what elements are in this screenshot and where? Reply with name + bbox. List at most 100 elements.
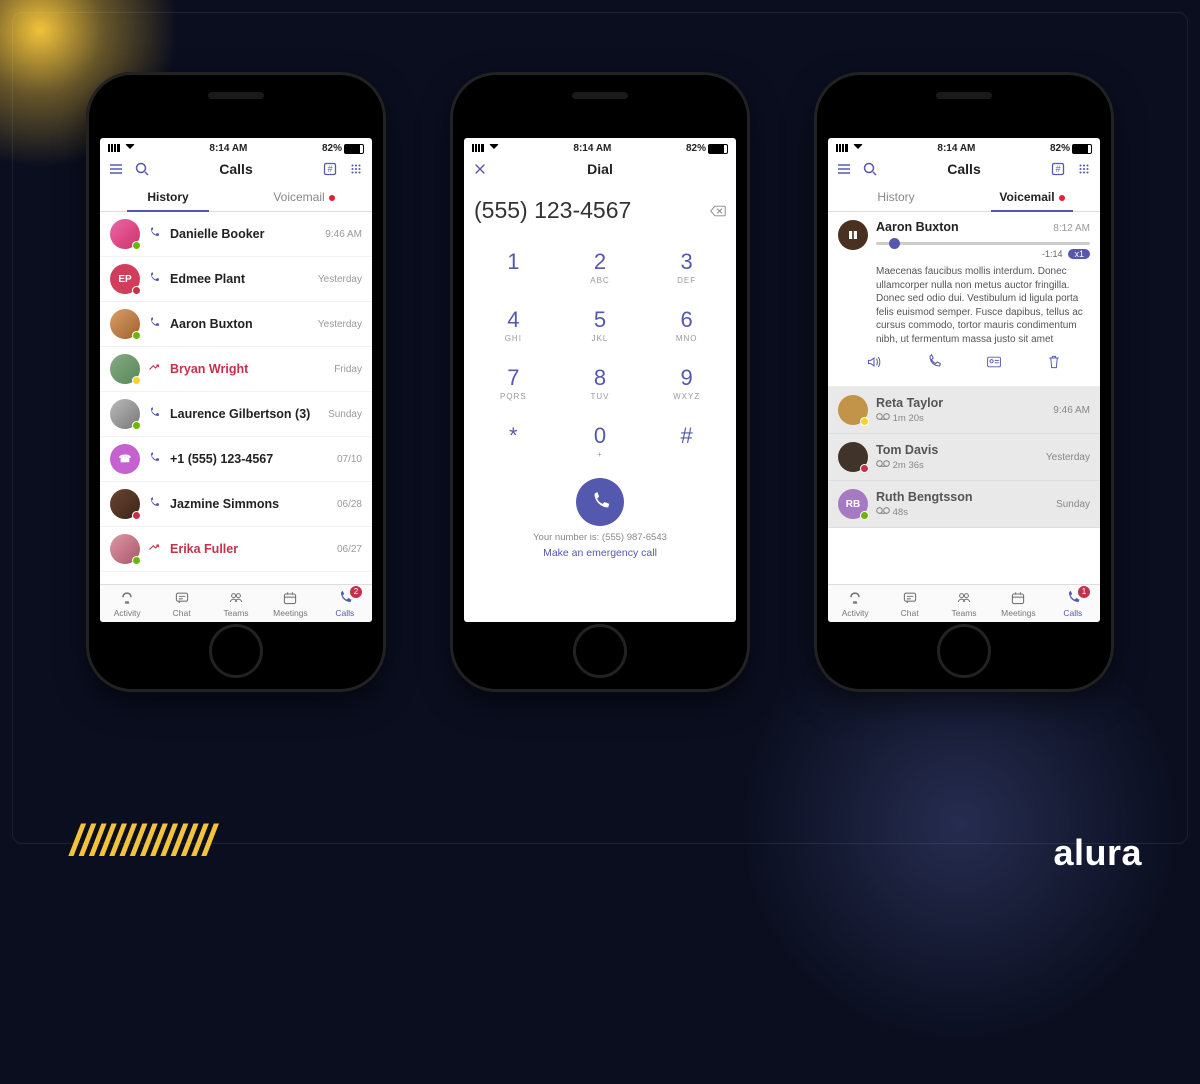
- presence-dot: [132, 511, 141, 520]
- contacts-icon[interactable]: #: [322, 161, 338, 177]
- avatar[interactable]: [110, 309, 140, 339]
- key-3[interactable]: 3DEF: [643, 238, 730, 296]
- history-list: Danielle Booker 9:46 AMEP Edmee Plant Ye…: [100, 212, 372, 584]
- dialed-number: (555) 123-4567: [474, 197, 631, 224]
- keypad: 12ABC3DEF 4GHI5JKL6MNO 7PQRS8TUV9WXYZ *0+#: [464, 238, 736, 470]
- avatar[interactable]: ☎: [110, 444, 140, 474]
- search-icon[interactable]: [134, 161, 150, 177]
- page-title: Calls: [219, 161, 252, 177]
- nav-chat[interactable]: Chat: [154, 585, 208, 622]
- nav-label: Teams: [223, 608, 248, 618]
- nav-meetings[interactable]: Meetings: [991, 585, 1045, 622]
- speaker-icon[interactable]: [866, 354, 882, 370]
- transcript: Maecenas faucibus mollis interdum. Donec…: [876, 265, 1090, 346]
- key-2[interactable]: 2ABC: [557, 238, 644, 296]
- key-6[interactable]: 6MNO: [643, 296, 730, 354]
- vm-name: Tom Davis: [876, 443, 1038, 457]
- call-time: 07/10: [337, 454, 362, 465]
- status-bar: 8:14 AM 82%: [828, 138, 1100, 157]
- key-4[interactable]: 4GHI: [470, 296, 557, 354]
- search-icon[interactable]: [862, 161, 878, 177]
- contact-card-icon[interactable]: [986, 354, 1002, 370]
- emergency-link[interactable]: Make an emergency call: [464, 547, 736, 567]
- nav-label: Meetings: [1001, 608, 1036, 618]
- your-number: Your number is: (555) 987-6543: [464, 532, 736, 543]
- nav-chat[interactable]: Chat: [882, 585, 936, 622]
- avatar[interactable]: [110, 219, 140, 249]
- voicemail-row[interactable]: RB Ruth Bengtsson 48s Sunday: [828, 481, 1100, 528]
- presence-dot: [132, 376, 141, 385]
- contacts-icon[interactable]: #: [1050, 161, 1066, 177]
- tab-history[interactable]: History: [828, 183, 964, 211]
- unread-dot: [329, 195, 335, 201]
- call-row[interactable]: EP Edmee Plant Yesterday: [100, 257, 372, 302]
- avatar[interactable]: [838, 395, 868, 425]
- call-row[interactable]: Erika Fuller 06/27: [100, 527, 372, 572]
- nav-calls[interactable]: Calls2: [318, 585, 372, 622]
- key-8[interactable]: 8TUV: [557, 354, 644, 412]
- decorative-stripes: //////////////: [70, 816, 213, 866]
- menu-icon[interactable]: [836, 161, 852, 177]
- tab-history[interactable]: History: [100, 183, 236, 211]
- nav-badge: 1: [1078, 586, 1090, 598]
- close-icon[interactable]: [472, 161, 488, 177]
- avatar[interactable]: [110, 534, 140, 564]
- call-time: Friday: [334, 364, 362, 375]
- menu-icon[interactable]: [108, 161, 124, 177]
- avatar[interactable]: [110, 399, 140, 429]
- call-row[interactable]: Bryan Wright Friday: [100, 347, 372, 392]
- backspace-icon[interactable]: [710, 203, 726, 219]
- nav-teams[interactable]: Teams: [209, 585, 263, 622]
- tab-voicemail[interactable]: Voicemail: [964, 183, 1100, 211]
- call-row[interactable]: Jazmine Simmons 06/28: [100, 482, 372, 527]
- nav-label: Chat: [173, 608, 191, 618]
- caller-name: Danielle Booker: [170, 227, 317, 241]
- status-time: 8:14 AM: [209, 143, 247, 154]
- call-row[interactable]: ☎ +1 (555) 123-4567 07/10: [100, 437, 372, 482]
- svg-text:#: #: [327, 164, 332, 174]
- avatar[interactable]: EP: [110, 264, 140, 294]
- key-9[interactable]: 9WXYZ: [643, 354, 730, 412]
- call-button[interactable]: [576, 478, 624, 526]
- playback-slider[interactable]: [876, 242, 1090, 245]
- voicemail-row[interactable]: Reta Taylor 1m 20s 9:46 AM: [828, 387, 1100, 434]
- key-#[interactable]: #: [643, 412, 730, 470]
- nav-activity[interactable]: Activity: [828, 585, 882, 622]
- avatar[interactable]: [838, 442, 868, 472]
- nav-activity[interactable]: Activity: [100, 585, 154, 622]
- dialpad-icon[interactable]: [1076, 161, 1092, 177]
- call-row[interactable]: Laurence Gilbertson (3) Sunday: [100, 392, 372, 437]
- tab-voicemail[interactable]: Voicemail: [236, 183, 372, 211]
- nav-teams[interactable]: Teams: [937, 585, 991, 622]
- call-row[interactable]: Aaron Buxton Yesterday: [100, 302, 372, 347]
- vm-name: Ruth Bengtsson: [876, 490, 1048, 504]
- nav-meetings[interactable]: Meetings: [263, 585, 317, 622]
- key-*[interactable]: *: [470, 412, 557, 470]
- dialpad-icon[interactable]: [348, 161, 364, 177]
- caller-name: +1 (555) 123-4567: [170, 452, 329, 466]
- nav-label: Teams: [951, 608, 976, 618]
- caller-name: Erika Fuller: [170, 542, 329, 556]
- key-7[interactable]: 7PQRS: [470, 354, 557, 412]
- avatar[interactable]: [110, 354, 140, 384]
- presence-dot: [132, 421, 141, 430]
- avatar[interactable]: [838, 220, 868, 250]
- avatar[interactable]: RB: [838, 489, 868, 519]
- call-icon[interactable]: [926, 354, 942, 370]
- vm-name: Reta Taylor: [876, 396, 1045, 410]
- speed-pill[interactable]: x1: [1068, 249, 1090, 259]
- avatar[interactable]: [110, 489, 140, 519]
- delete-icon[interactable]: [1046, 354, 1062, 370]
- call-icon: [148, 452, 160, 467]
- call-time: 06/27: [337, 544, 362, 555]
- key-0[interactable]: 0+: [557, 412, 644, 470]
- voicemail-row[interactable]: Tom Davis 2m 36s Yesterday: [828, 434, 1100, 481]
- key-5[interactable]: 5JKL: [557, 296, 644, 354]
- unread-dot: [1059, 195, 1065, 201]
- nav-calls[interactable]: Calls1: [1046, 585, 1100, 622]
- key-1[interactable]: 1: [470, 238, 557, 296]
- vm-duration: 48s: [876, 506, 1048, 518]
- presence-dot: [132, 241, 141, 250]
- call-row[interactable]: Danielle Booker 9:46 AM: [100, 212, 372, 257]
- svg-text:#: #: [1055, 164, 1060, 174]
